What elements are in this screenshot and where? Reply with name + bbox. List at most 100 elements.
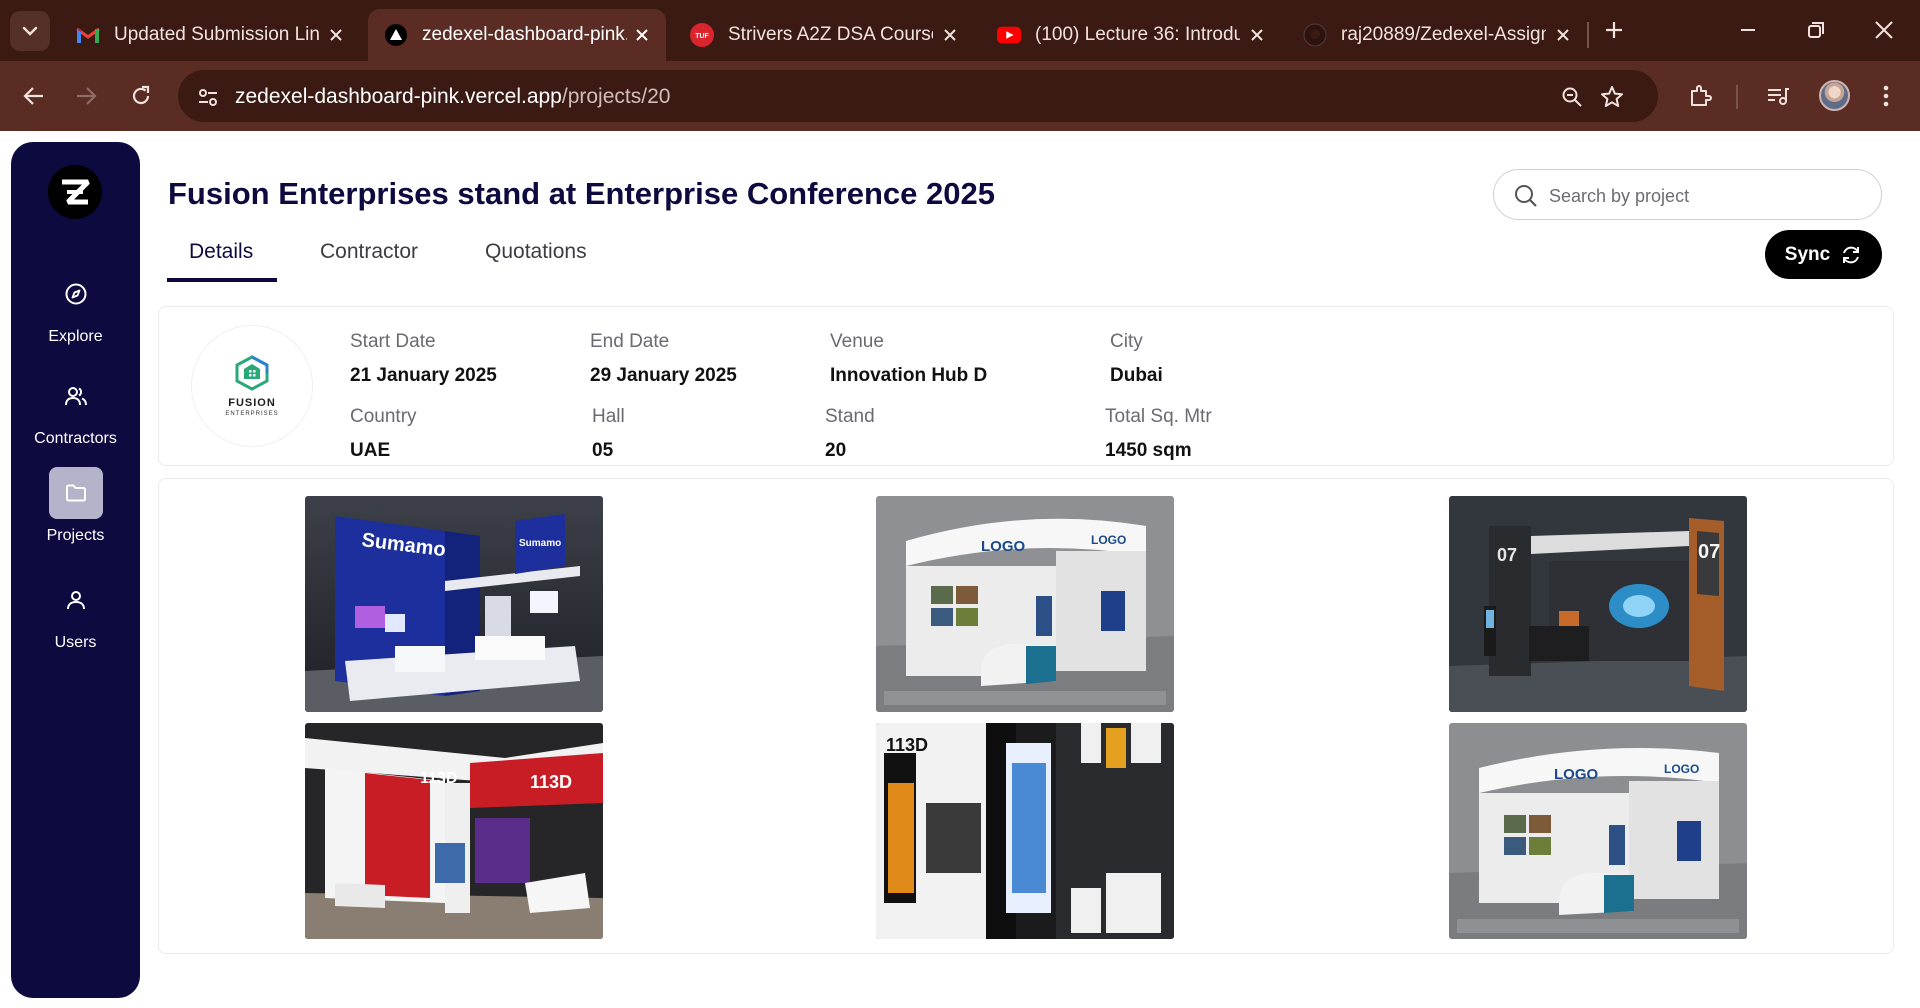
sidebar-item-users[interactable]: Users (11, 574, 140, 652)
tab-separator (1587, 22, 1589, 48)
tab-quotations[interactable]: Quotations (485, 240, 587, 264)
sync-button[interactable]: Sync (1765, 230, 1882, 279)
stand-photo[interactable]: 113D (876, 723, 1174, 939)
stand-sign-text: 113D (530, 772, 572, 792)
field-label: Venue (830, 331, 884, 352)
stand-sign-text: LOGO (981, 538, 1025, 555)
search-input[interactable] (1549, 183, 1849, 209)
chevron-down-icon (22, 26, 38, 36)
address-bar[interactable]: zedexel-dashboard-pink.vercel.app/projec… (178, 70, 1658, 122)
field-value: Dubai (1110, 365, 1163, 386)
puzzle-icon (1691, 85, 1712, 106)
stand-gallery: Sumamo Sumamo LOGO LOGO 07 07 113D 113D … (158, 478, 1894, 954)
site-settings-icon[interactable] (192, 81, 224, 113)
tab-details[interactable]: Details (189, 240, 253, 264)
new-tab-button[interactable] (1592, 12, 1636, 48)
field-value: 29 January 2025 (590, 365, 737, 386)
close-window-button[interactable] (1862, 12, 1906, 48)
close-tab-icon[interactable] (1245, 23, 1269, 47)
stand-photo[interactable]: 113D 113D (305, 723, 603, 939)
close-tab-icon[interactable] (630, 23, 654, 47)
stand-photo[interactable]: LOGO LOGO (876, 496, 1174, 712)
sync-label: Sync (1784, 243, 1831, 265)
field-label: Start Date (350, 331, 436, 352)
stand-sign-text: 07 (1497, 545, 1517, 565)
browser-tab-zedexel[interactable]: zedexel-dashboard-pink. (368, 9, 666, 61)
sidebar-item-label: Explore (48, 328, 103, 345)
browser-menu-button[interactable] (1866, 76, 1906, 116)
browser-tab-gmail[interactable]: Updated Submission Link (60, 9, 360, 61)
field-city: City Dubai (1110, 331, 1163, 387)
compass-icon (49, 268, 103, 320)
field-total-sqm: Total Sq. Mtr 1450 sqm (1105, 406, 1212, 462)
more-vertical-icon (1883, 85, 1889, 107)
close-tab-icon[interactable] (324, 23, 348, 47)
page-title: Fusion Enterprises stand at Enterprise C… (168, 176, 995, 211)
profile-avatar[interactable] (1819, 80, 1850, 111)
close-tab-icon[interactable] (938, 23, 962, 47)
field-label: Country (350, 406, 417, 427)
client-logo-subtitle: ENTERPRISES (225, 411, 279, 417)
stand-photo[interactable]: LOGO LOGO (1449, 723, 1747, 939)
active-tab-indicator (167, 278, 277, 282)
youtube-icon (997, 23, 1021, 47)
browser-tab-youtube[interactable]: (100) Lecture 36: Introduc (981, 9, 1281, 61)
field-value: 20 (825, 440, 847, 461)
zoom-icon[interactable] (1556, 81, 1588, 113)
field-label: Stand (825, 406, 875, 427)
stand-photo[interactable]: Sumamo Sumamo (305, 496, 603, 712)
sidebar-item-label: Projects (46, 527, 105, 544)
folder-icon (48, 467, 103, 519)
sidebar-item-contractors[interactable]: Contractors (11, 370, 140, 448)
extensions-button[interactable] (1680, 76, 1720, 116)
bookmark-star-icon[interactable] (1596, 81, 1628, 113)
users-icon (49, 370, 103, 422)
client-logo: FUSION ENTERPRISES (191, 325, 313, 447)
field-label: End Date (590, 331, 670, 352)
field-label: Hall (592, 406, 625, 427)
browser-tab-github[interactable]: raj20889/Zedexel-Assignr (1287, 9, 1587, 61)
browser-tab-striver[interactable]: TUF Strivers A2Z DSA Course/ (674, 9, 974, 61)
zedexel-logo[interactable] (48, 165, 102, 219)
sidebar-item-explore[interactable]: Explore (11, 268, 140, 346)
field-value: 05 (592, 440, 614, 461)
browser-tab-title: Updated Submission Link (114, 24, 319, 45)
refresh-icon (1843, 246, 1860, 263)
arrow-left-icon (23, 87, 43, 105)
field-value: 21 January 2025 (350, 365, 497, 386)
sidebar: Explore Contractors Projects Users (11, 142, 140, 998)
sidebar-item-projects[interactable]: Projects (11, 467, 140, 545)
tab-contractor[interactable]: Contractor (320, 240, 418, 264)
field-value: UAE (350, 440, 391, 461)
svg-text:TUF: TUF (695, 33, 709, 40)
field-value: Innovation Hub D (830, 365, 988, 386)
project-details-card: FUSION ENTERPRISES Start Date 21 January… (158, 306, 1894, 466)
stand-sign-text: LOGO (1554, 766, 1598, 783)
close-tab-icon[interactable] (1551, 23, 1575, 47)
stand-photo[interactable]: 07 07 (1449, 496, 1747, 712)
minimize-icon (1741, 29, 1755, 31)
tab-search-button[interactable] (10, 11, 50, 51)
search-icon (1513, 183, 1539, 209)
restore-icon (1808, 22, 1824, 38)
client-logo-wordmark: FUSION (228, 397, 276, 409)
field-venue: Venue Innovation Hub D (830, 331, 987, 387)
stand-sign-text: Sumamo (519, 538, 561, 549)
minimize-button[interactable] (1726, 12, 1770, 48)
field-stand: Stand 20 (825, 406, 875, 462)
github-icon (1303, 23, 1327, 47)
forward-button[interactable] (66, 76, 106, 116)
playlist-icon (1768, 88, 1789, 105)
media-controls-button[interactable] (1758, 76, 1798, 116)
restore-button[interactable] (1794, 12, 1838, 48)
reload-button[interactable] (121, 76, 161, 116)
browser-tab-title: zedexel-dashboard-pink. (422, 24, 627, 45)
tuf-icon: TUF (690, 23, 714, 47)
project-search[interactable] (1493, 169, 1882, 220)
browser-tab-title: (100) Lecture 36: Introduc (1035, 24, 1240, 45)
url-path: /projects/20 (561, 85, 671, 108)
back-button[interactable] (14, 76, 54, 116)
gmail-icon (76, 23, 100, 47)
close-icon (1875, 21, 1893, 39)
sidebar-item-label: Users (54, 634, 97, 651)
